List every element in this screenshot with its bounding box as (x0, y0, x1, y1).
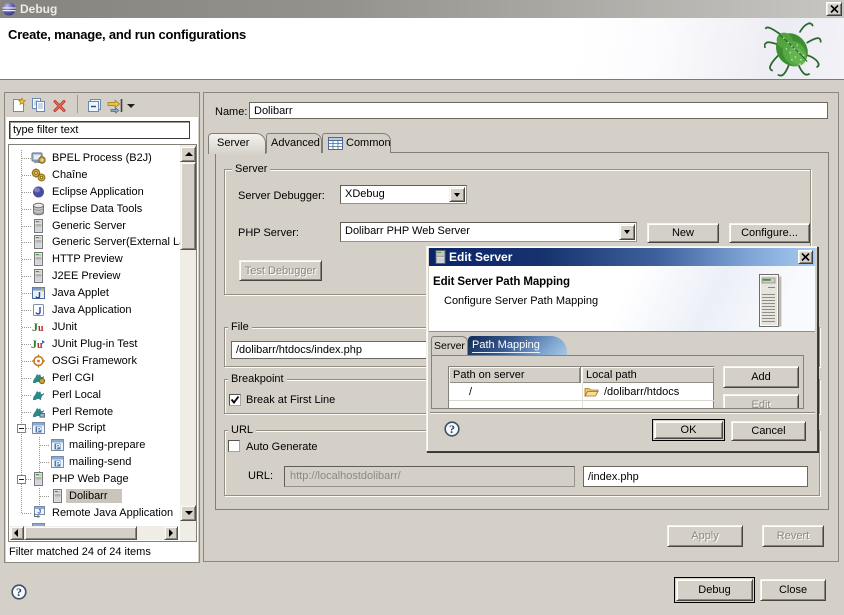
svg-text:?: ? (449, 422, 455, 436)
svg-text:u: u (38, 323, 44, 334)
svg-text:P: P (37, 427, 42, 434)
svg-text:?: ? (16, 585, 22, 599)
svg-text:P: P (56, 461, 61, 468)
svg-text:P: P (56, 444, 61, 451)
svg-text:J: J (38, 509, 42, 516)
